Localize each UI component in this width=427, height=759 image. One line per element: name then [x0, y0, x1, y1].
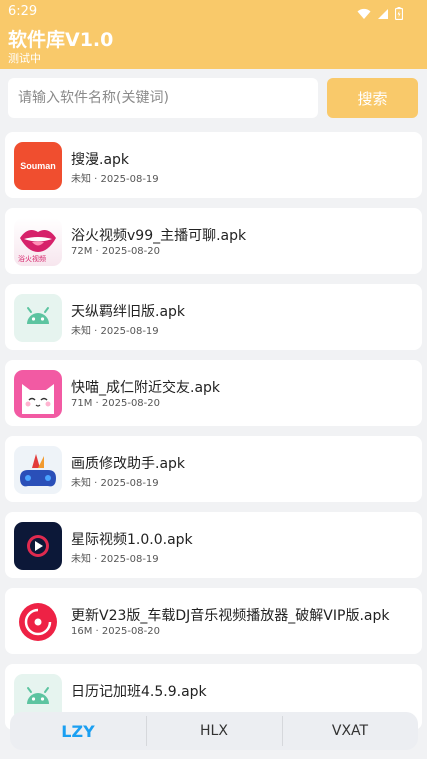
music-disc-icon — [14, 598, 62, 646]
status-icons — [357, 5, 404, 24]
app-title: 软件库V1.0 — [8, 29, 114, 51]
app-meta: 16M · 2025-08-20 — [71, 626, 161, 637]
list-item[interactable]: 画质修改助手.apk 未知 · 2025-08-19 — [5, 436, 422, 502]
search-button[interactable]: 搜索 — [327, 78, 418, 118]
lips-icon: 浴火视频 — [14, 218, 62, 266]
bottom-nav: LZY HLX VXAT — [10, 712, 418, 750]
app-meta: 72M · 2025-08-20 — [71, 246, 161, 257]
signal-icon — [377, 5, 389, 24]
app-name: 浴火视频v99_主播可聊.apk — [71, 228, 247, 244]
app-name: 更新V23版_车载DJ音乐视频播放器_破解VIP版.apk — [71, 608, 390, 624]
souman-logo-icon: Souman — [14, 142, 62, 190]
tab-lzy[interactable]: LZY — [10, 712, 146, 750]
app-name: 星际视频1.0.0.apk — [71, 532, 193, 548]
battery-icon — [394, 5, 404, 24]
status-time: 6:29 — [8, 4, 38, 19]
list-item[interactable]: 星际视频1.0.0.apk 未知 · 2025-08-19 — [5, 512, 422, 578]
app-meta: 未知 · 2025-08-19 — [71, 326, 159, 337]
app-name: 画质修改助手.apk — [71, 456, 186, 472]
list-item[interactable]: 浴火视频 浴火视频v99_主播可聊.apk 72M · 2025-08-20 — [5, 208, 422, 274]
app-meta: 未知 · 2025-08-19 — [71, 554, 159, 565]
app-name: 日历记加班4.5.9.apk — [71, 684, 207, 700]
app-meta: 71M · 2025-08-20 — [71, 398, 161, 409]
app-meta: 未知 · 2025-08-19 — [71, 478, 159, 489]
app-subtitle: 测试中 — [8, 52, 41, 65]
gamepad-icon — [14, 446, 62, 494]
wifi-icon — [357, 5, 371, 24]
android-icon — [14, 294, 62, 342]
cat-icon — [14, 370, 62, 418]
search-input[interactable] — [8, 78, 318, 118]
tab-hlx[interactable]: HLX — [146, 712, 282, 750]
list-item[interactable]: 天纵羁绊旧版.apk 未知 · 2025-08-19 — [5, 284, 422, 350]
app-header: 6:29 软件库V1.0 测试中 — [0, 0, 427, 69]
list-item[interactable]: 更新V23版_车载DJ音乐视频播放器_破解VIP版.apk 16M · 2025… — [5, 588, 422, 654]
app-name: 快喵_成仁附近交友.apk — [71, 380, 221, 396]
list-item[interactable]: 快喵_成仁附近交友.apk 71M · 2025-08-20 — [5, 360, 422, 426]
app-meta: 未知 · 2025-08-19 — [71, 174, 159, 185]
status-bar: 6:29 — [0, 0, 427, 24]
list-item[interactable]: Souman 搜漫.apk 未知 · 2025-08-19 — [5, 132, 422, 198]
app-name: 搜漫.apk — [71, 152, 130, 168]
play-icon — [14, 522, 62, 570]
app-name: 天纵羁绊旧版.apk — [71, 304, 186, 320]
tab-vxat[interactable]: VXAT — [282, 712, 418, 750]
